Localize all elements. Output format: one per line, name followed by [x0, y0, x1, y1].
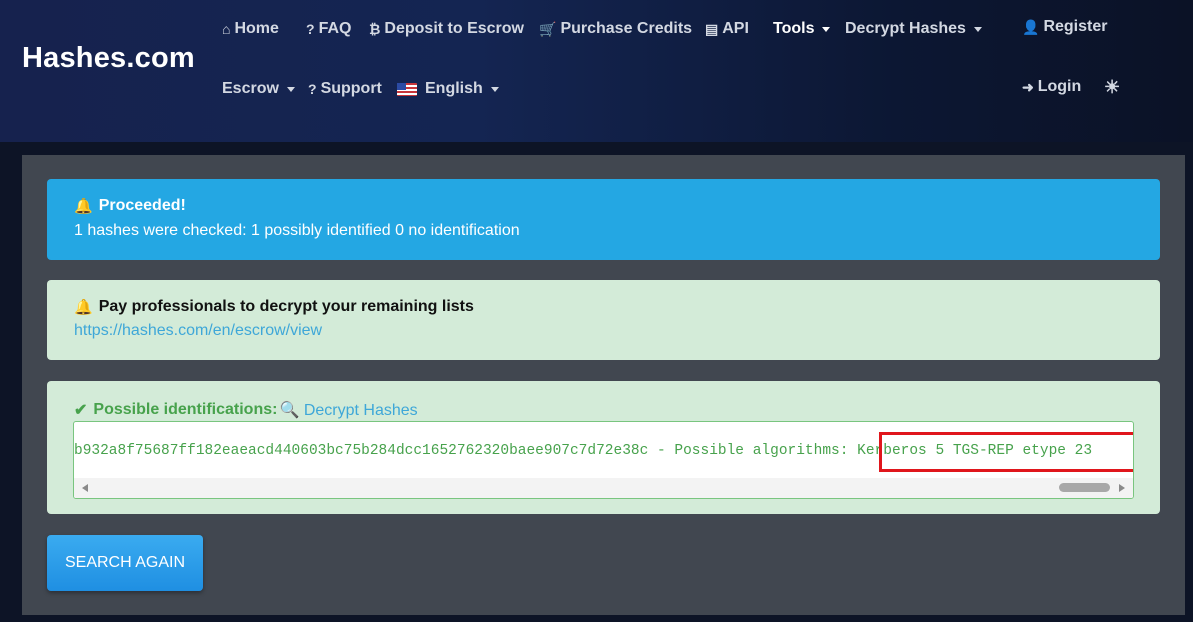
alert-proceeded-text: 1 hashes were checked: 1 possibly identi… — [74, 222, 520, 239]
nav-faq-label: FAQ — [318, 20, 352, 37]
us-flag-icon — [397, 82, 417, 96]
main-content: 🔔 Proceeded! 1 hashes were checked: 1 po… — [22, 155, 1185, 615]
scroll-right-icon[interactable] — [1119, 484, 1125, 492]
nav-register-label: Register — [1043, 18, 1108, 35]
keyboard-icon: ▤ — [705, 20, 719, 37]
nav-decrypt-dropdown[interactable]: Decrypt Hashes — [845, 20, 982, 38]
theme-toggle[interactable]: ☀ — [1104, 77, 1120, 98]
horizontal-scrollbar[interactable] — [74, 478, 1133, 498]
nav-home[interactable]: ⌂ Home — [222, 20, 279, 38]
cart-icon: 🛒 — [539, 20, 557, 37]
nav-login-label: Login — [1037, 78, 1082, 95]
bell-icon: 🔔 — [74, 299, 93, 316]
hash-result-textarea[interactable]: b932a8f75687ff182eaeacd440603bc75b284dcc… — [73, 421, 1134, 499]
nav-api[interactable]: ▤ API — [705, 20, 749, 38]
caret-down-icon — [973, 26, 982, 32]
sun-icon: ☀ — [1104, 77, 1121, 97]
nav-language-label: English — [425, 80, 483, 97]
scrollbar-thumb[interactable] — [1059, 483, 1110, 492]
nav-support[interactable]: ? Support — [308, 80, 382, 98]
brand-logo[interactable]: Hashes.com — [22, 42, 195, 75]
nav-api-label: API — [722, 20, 749, 37]
alert-identifications: ✔ Possible identifications: 🔍 Decrypt Ha… — [47, 381, 1160, 514]
highlight-box — [879, 432, 1133, 472]
identifications-heading: Possible identifications: — [93, 401, 278, 418]
alert-escrow-promo: 🔔 Pay professionals to decrypt your rema… — [47, 280, 1160, 360]
search-icon: 🔍 — [279, 402, 300, 419]
question-icon: ? — [306, 21, 315, 37]
top-navbar: Hashes.com ⌂ Home ? FAQ ₿ Deposit to Esc… — [0, 0, 1193, 142]
nav-decrypt-label: Decrypt Hashes — [845, 20, 966, 37]
nav-tools-label: Tools — [773, 20, 815, 37]
nav-deposit[interactable]: ₿ Deposit to Escrow — [369, 20, 524, 38]
caret-down-icon — [822, 26, 831, 32]
nav-home-label: Home — [234, 20, 279, 37]
nav-faq[interactable]: ? FAQ — [306, 20, 351, 38]
escrow-view-link[interactable]: https://hashes.com/en/escrow/view — [74, 322, 322, 340]
question-icon: ? — [308, 81, 317, 97]
nav-register[interactable]: 👤 Register — [1022, 18, 1107, 36]
alert-proceeded-title: 🔔 Proceeded! — [74, 197, 186, 215]
nav-escrow-label: Escrow — [222, 80, 279, 97]
nav-login[interactable]: ➜ Login — [1022, 78, 1081, 96]
hash-value: b932a8f75687ff182eaeacd440603bc75b284dcc… — [74, 443, 649, 459]
nav-support-label: Support — [320, 80, 382, 97]
algorithms-label: - Possible algorithms: — [648, 443, 858, 459]
home-icon: ⌂ — [222, 21, 231, 37]
check-icon: ✔ — [74, 402, 88, 419]
nav-tools-dropdown[interactable]: Tools — [773, 20, 831, 38]
sign-in-icon: ➜ — [1022, 78, 1034, 95]
scroll-left-icon[interactable] — [82, 484, 88, 492]
nav-escrow-dropdown[interactable]: Escrow — [222, 80, 295, 98]
search-again-button[interactable]: SEARCH AGAIN — [47, 535, 203, 591]
nav-purchase-label: Purchase Credits — [560, 20, 693, 37]
caret-down-icon — [490, 86, 499, 92]
alert-promo-title: 🔔 Pay professionals to decrypt your rema… — [74, 298, 474, 316]
alert-proceeded-heading: Proceeded! — [98, 197, 186, 214]
decrypt-hashes-label: Decrypt Hashes — [303, 402, 418, 419]
alert-proceeded: 🔔 Proceeded! 1 hashes were checked: 1 po… — [47, 179, 1160, 260]
user-plus-icon: 👤 — [1022, 18, 1040, 35]
bitcoin-icon: ₿ — [369, 21, 381, 37]
alert-promo-heading: Pay professionals to decrypt your remain… — [98, 298, 474, 315]
nav-purchase-credits[interactable]: 🛒 Purchase Credits — [539, 20, 692, 38]
decrypt-hashes-link[interactable]: 🔍 Decrypt Hashes — [279, 400, 417, 420]
caret-down-icon — [286, 86, 295, 92]
nav-deposit-label: Deposit to Escrow — [384, 20, 524, 37]
bell-icon: 🔔 — [74, 198, 93, 215]
identifications-title: ✔ Possible identifications: 🔍 Decrypt Ha… — [74, 400, 418, 420]
nav-language-dropdown[interactable]: English — [397, 80, 499, 98]
